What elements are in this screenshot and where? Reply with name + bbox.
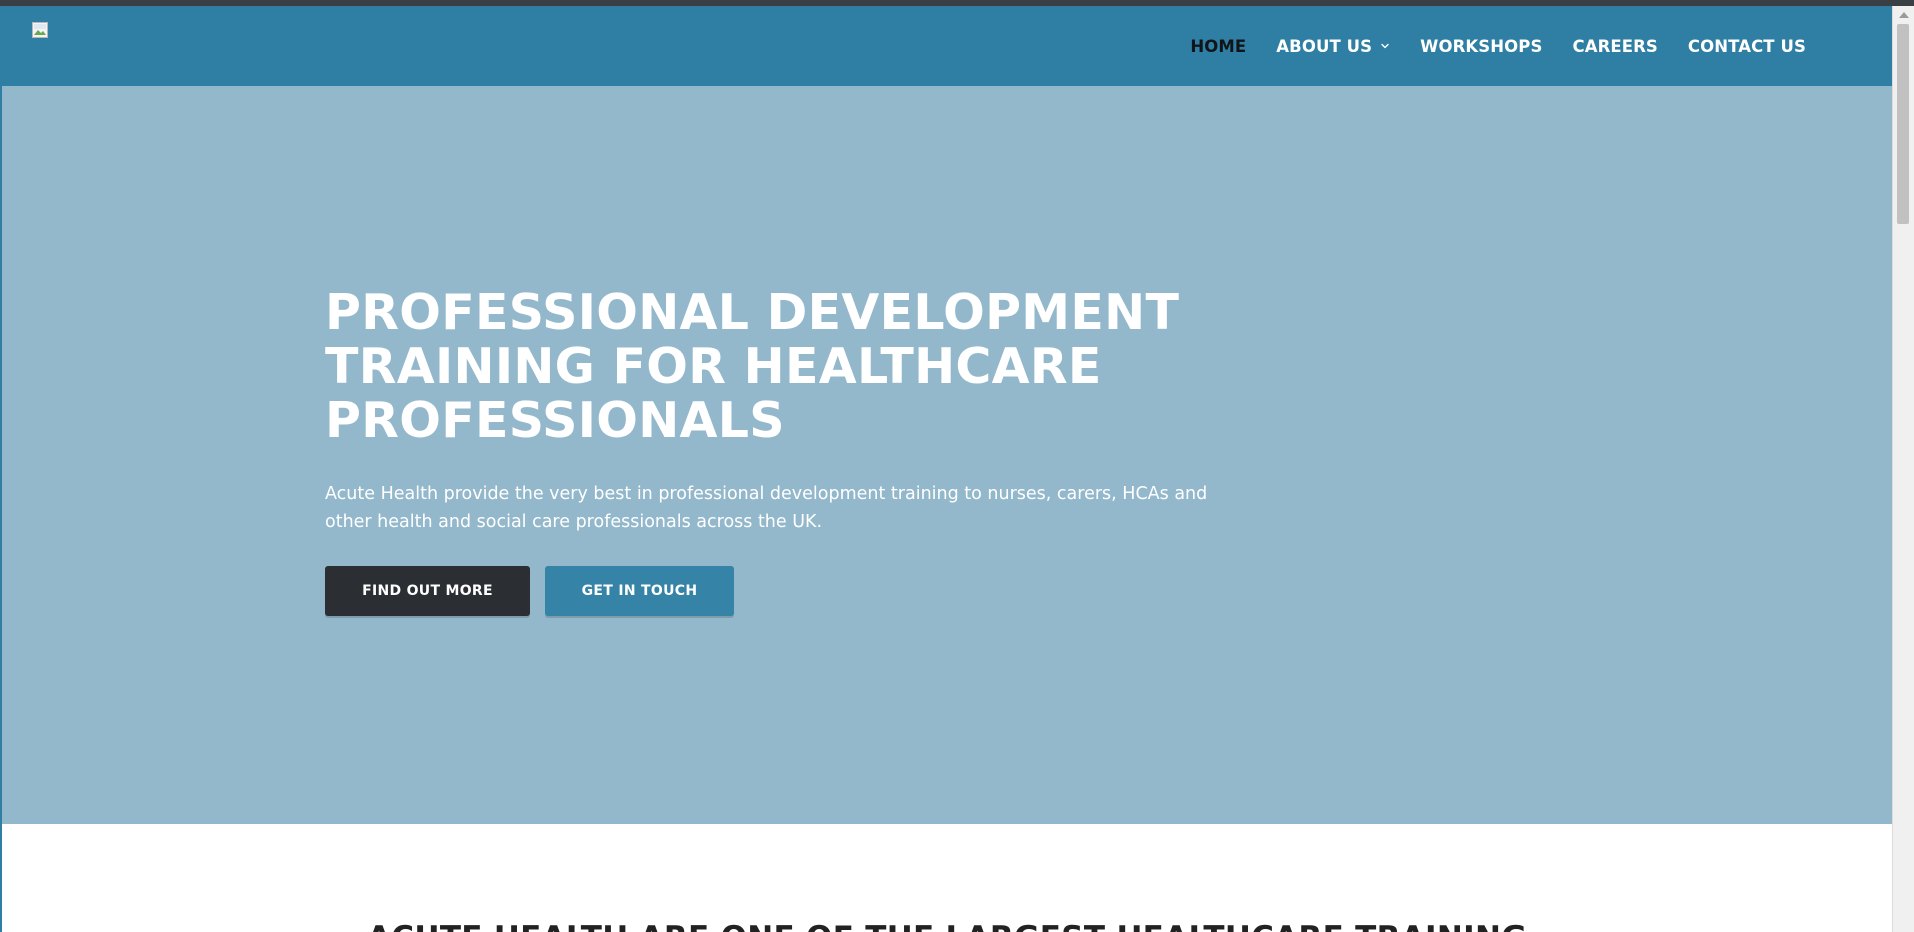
main-nav: HOME ABOUT US WORKSHOPS CAREERS CONTACT … xyxy=(1160,6,1806,86)
scroll-up-arrow-icon[interactable] xyxy=(1899,12,1909,18)
get-in-touch-label: GET IN TOUCH xyxy=(581,583,698,599)
nav-careers-label: CAREERS xyxy=(1572,36,1658,56)
nav-contact-us[interactable]: CONTACT US xyxy=(1688,37,1806,56)
nav-home[interactable]: HOME xyxy=(1190,37,1246,56)
nav-workshops[interactable]: WORKSHOPS xyxy=(1420,37,1542,56)
site-logo[interactable] xyxy=(32,22,48,38)
browser-window: HOME ABOUT US WORKSHOPS CAREERS CONTACT … xyxy=(0,0,1914,932)
chevron-down-icon xyxy=(1381,43,1389,49)
hero-buttons: FIND OUT MORE GET IN TOUCH xyxy=(325,566,1225,616)
get-in-touch-button[interactable]: GET IN TOUCH xyxy=(545,566,734,616)
hero-title: PROFESSIONAL DEVELOPMENT TRAINING FOR HE… xyxy=(325,284,1180,449)
scrollbar-thumb[interactable] xyxy=(1897,24,1909,224)
page: HOME ABOUT US WORKSHOPS CAREERS CONTACT … xyxy=(2,6,1892,932)
intro-section: ACUTE HEALTH ARE ONE OF THE LARGEST HEAL… xyxy=(2,824,1892,932)
find-out-more-label: FIND OUT MORE xyxy=(362,583,493,599)
find-out-more-button[interactable]: FIND OUT MORE xyxy=(325,566,530,616)
broken-image-icon xyxy=(32,22,48,38)
hero-description: Acute Health provide the very best in pr… xyxy=(325,484,1208,532)
site-header: HOME ABOUT US WORKSHOPS CAREERS CONTACT … xyxy=(2,6,1892,86)
nav-about-us[interactable]: ABOUT US xyxy=(1276,37,1390,56)
hero-section: PROFESSIONAL DEVELOPMENT TRAINING FOR HE… xyxy=(2,86,1892,824)
nav-workshops-label: WORKSHOPS xyxy=(1420,36,1543,56)
nav-home-label: HOME xyxy=(1190,36,1247,56)
nav-about-us-label: ABOUT US xyxy=(1276,36,1373,56)
nav-contact-us-label: CONTACT US xyxy=(1687,36,1806,56)
nav-careers[interactable]: CAREERS xyxy=(1572,37,1657,56)
hero-content: PROFESSIONAL DEVELOPMENT TRAINING FOR HE… xyxy=(325,286,1225,616)
vertical-scrollbar[interactable] xyxy=(1892,6,1914,932)
intro-heading: ACUTE HEALTH ARE ONE OF THE LARGEST HEAL… xyxy=(2,920,1892,932)
